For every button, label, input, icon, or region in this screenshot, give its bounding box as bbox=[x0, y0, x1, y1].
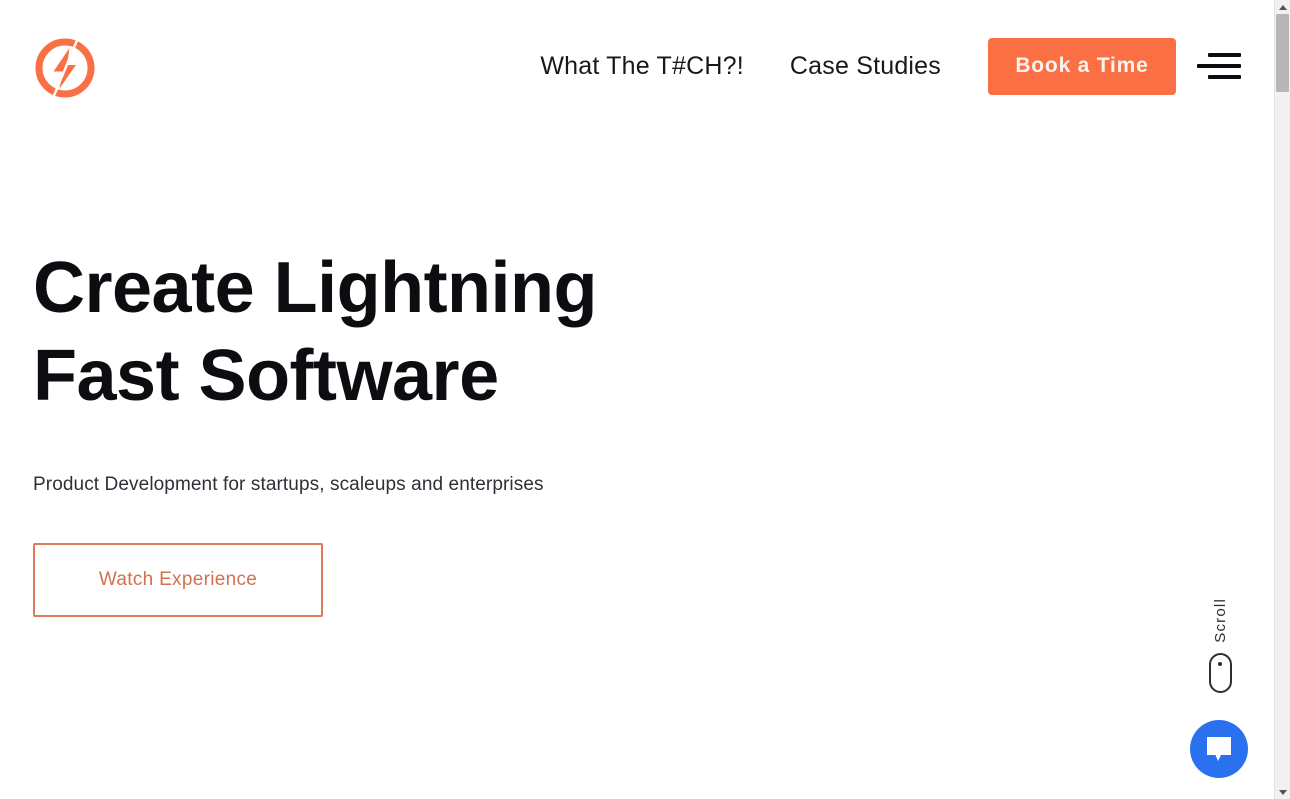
main-navigation: What The T#CH?! Case Studies bbox=[540, 53, 941, 79]
scrollbar-thumb[interactable] bbox=[1276, 14, 1289, 92]
chat-bubble-icon bbox=[1207, 737, 1231, 761]
chat-widget-button[interactable] bbox=[1190, 720, 1248, 778]
hamburger-bar-bottom bbox=[1208, 75, 1241, 79]
page-title: Create Lightning Fast Software bbox=[33, 244, 933, 420]
hamburger-bar-top bbox=[1208, 53, 1241, 57]
hero-section: Create Lightning Fast Software Product D… bbox=[33, 244, 933, 617]
logo-link[interactable] bbox=[33, 33, 97, 99]
page-title-line-2: Fast Software bbox=[33, 336, 499, 416]
book-a-time-button[interactable]: Book a Time bbox=[988, 37, 1176, 95]
nav-item-case-studies[interactable]: Case Studies bbox=[790, 53, 941, 79]
hero-subtitle: Product Development for startups, scaleu… bbox=[33, 474, 544, 495]
lightning-bolt-logo bbox=[35, 37, 95, 99]
vertical-scrollbar[interactable] bbox=[1274, 0, 1290, 799]
scroll-down-arrow-icon[interactable] bbox=[1275, 785, 1290, 799]
scroll-up-arrow-icon[interactable] bbox=[1275, 0, 1290, 14]
page-viewport: What The T#CH?! Case Studies Book a Time… bbox=[0, 0, 1274, 799]
hamburger-menu-icon[interactable] bbox=[1197, 49, 1241, 83]
page-title-line-1: Create Lightning bbox=[33, 248, 598, 328]
scroll-label: Scroll bbox=[1211, 598, 1229, 643]
scroll-indicator[interactable]: Scroll bbox=[1196, 598, 1244, 693]
watch-experience-button[interactable]: Watch Experience bbox=[33, 542, 323, 617]
site-header: What The T#CH?! Case Studies Book a Time bbox=[0, 0, 1274, 132]
hamburger-bar-middle bbox=[1197, 64, 1241, 68]
nav-item-what-the-tech[interactable]: What The T#CH?! bbox=[540, 53, 744, 79]
mouse-scroll-icon bbox=[1208, 652, 1232, 693]
